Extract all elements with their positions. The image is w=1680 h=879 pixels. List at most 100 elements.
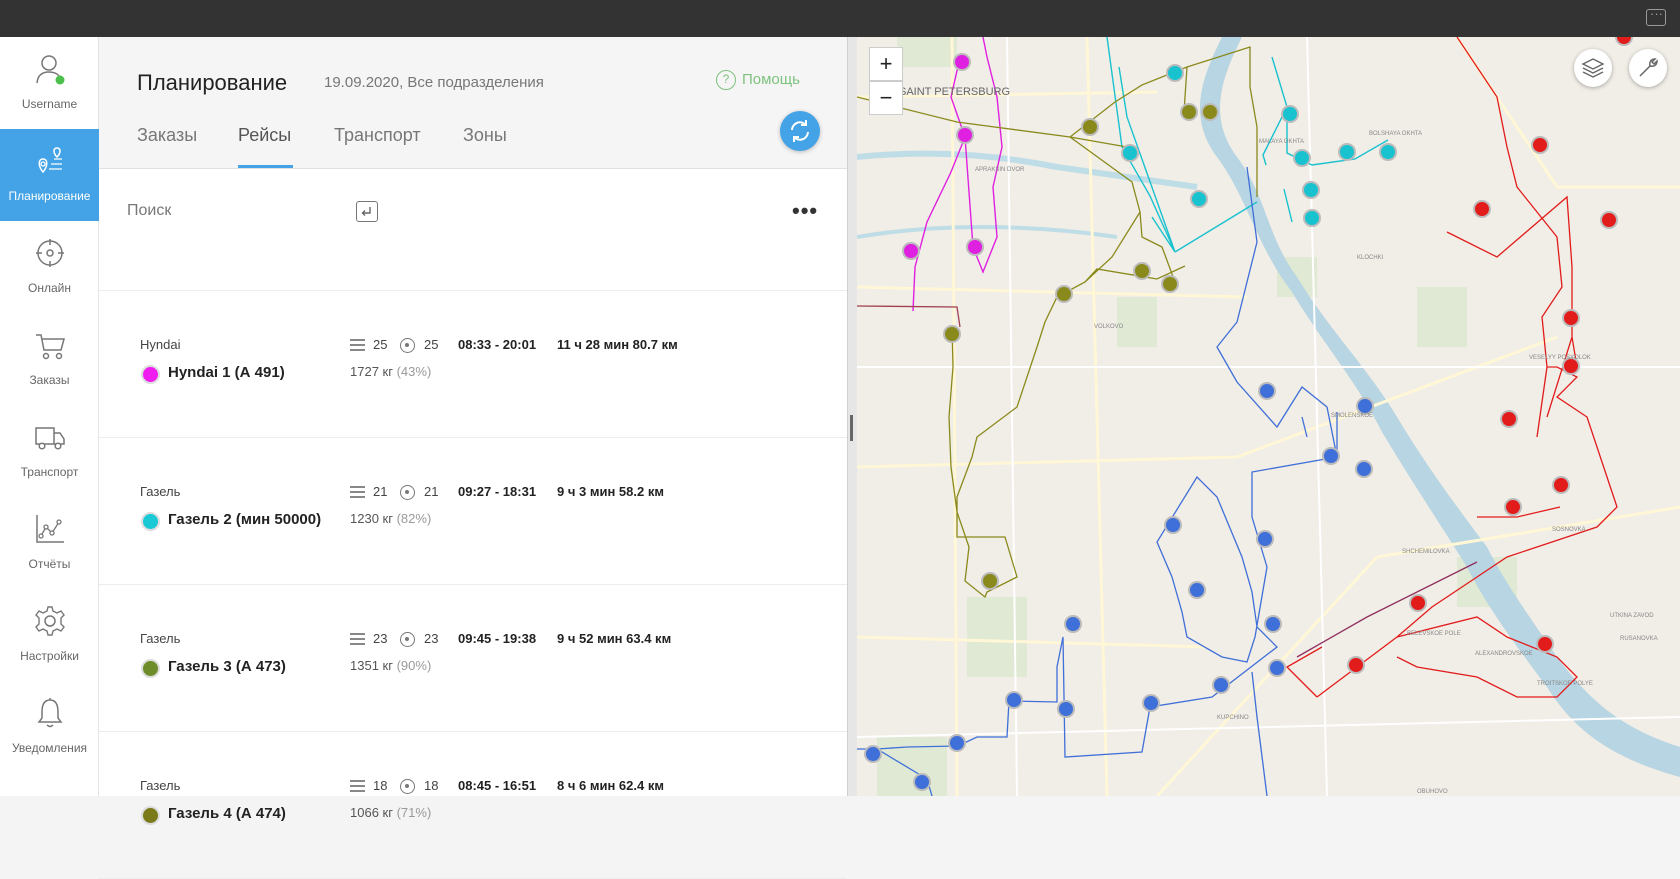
map-marker-cyan[interactable]	[1303, 209, 1321, 227]
orders-list-icon	[350, 780, 365, 792]
map-marker-blue[interactable]	[1322, 447, 1340, 465]
map-marker-olive[interactable]	[1055, 285, 1073, 303]
trip-name: Газель 4 (А 474)	[168, 805, 286, 822]
points-icon	[400, 632, 415, 647]
map-marker-red[interactable]	[1552, 476, 1570, 494]
help-label: Помощь	[742, 70, 800, 88]
sidebar-item-label: Username	[21, 97, 78, 111]
map-marker-blue[interactable]	[1188, 581, 1206, 599]
sidebar-item-label: Настройки	[20, 649, 79, 663]
enter-icon[interactable]	[356, 201, 378, 222]
map-marker-magenta[interactable]	[953, 53, 971, 71]
chat-icon[interactable]	[1646, 6, 1666, 26]
page-title: Планирование	[137, 70, 288, 95]
map-marker-blue[interactable]	[1268, 659, 1286, 677]
sidebar-item-planning[interactable]: Планирование	[0, 129, 99, 221]
map-marker-cyan[interactable]	[1121, 144, 1139, 162]
map-marker-blue[interactable]	[1212, 676, 1230, 694]
refresh-button[interactable]	[780, 111, 820, 151]
more-options-icon[interactable]: •••	[792, 198, 818, 224]
map-marker-olive[interactable]	[1201, 103, 1219, 121]
crosshair-icon	[36, 239, 64, 267]
search-input[interactable]: Поиск	[127, 202, 171, 220]
points-icon	[400, 779, 415, 794]
trip-load-percent: (90%)	[396, 658, 432, 673]
sidebar-item-orders[interactable]: Заказы	[0, 313, 99, 405]
map-marker-red[interactable]	[1409, 594, 1427, 612]
map-district-label: OBUHOVO	[1417, 789, 1448, 795]
map-marker-cyan[interactable]	[1166, 64, 1184, 82]
map-marker-olive[interactable]	[943, 325, 961, 343]
map-view[interactable]: SAINT PETERSBURG VOLKOVO KLOCHKI VESELYY…	[857, 37, 1680, 796]
sidebar-item-notifications[interactable]: Уведомления	[0, 681, 99, 773]
map-district-label: UTKINA ZAVOD	[1610, 613, 1654, 619]
map-marker-red[interactable]	[1473, 200, 1491, 218]
trip-row[interactable]: Газель Газель 2 (мин 50000) 21 21 09:27 …	[99, 438, 847, 585]
tools-button[interactable]	[1629, 49, 1667, 87]
trip-row[interactable]: Газель Газель 4 (А 474) 18 18 08:45 - 16…	[99, 732, 847, 879]
map-marker-olive[interactable]	[1161, 275, 1179, 293]
map-marker-blue[interactable]	[1356, 397, 1374, 415]
zoom-in-button[interactable]: +	[869, 47, 903, 81]
cart-icon	[36, 334, 65, 360]
map-marker-red[interactable]	[1562, 309, 1580, 327]
tab-transport[interactable]: Транспорт	[334, 125, 421, 146]
trip-color-dot	[141, 659, 160, 678]
map-marker-blue[interactable]	[1264, 615, 1282, 633]
map-marker-blue[interactable]	[1258, 382, 1276, 400]
resize-grip[interactable]	[850, 415, 853, 441]
map-marker-red[interactable]	[1600, 211, 1618, 229]
sidebar-item-online[interactable]: Онлайн	[0, 221, 99, 313]
sidebar-item-username[interactable]: Username	[0, 37, 99, 129]
map-marker-olive[interactable]	[1133, 262, 1151, 280]
vehicle-type: Газель	[140, 778, 181, 793]
map-marker-red[interactable]	[1500, 410, 1518, 428]
map-marker-blue[interactable]	[948, 734, 966, 752]
map-marker-blue[interactable]	[1256, 530, 1274, 548]
sidebar-item-settings[interactable]: Настройки	[0, 589, 99, 681]
points-icon	[400, 485, 415, 500]
map-marker-olive[interactable]	[981, 572, 999, 590]
map-marker-red[interactable]	[1615, 37, 1633, 46]
trip-row[interactable]: Hyndai Hyndai 1 (А 491) 25 25 08:33 - 20…	[99, 291, 847, 438]
map-marker-cyan[interactable]	[1281, 105, 1299, 123]
bell-icon	[37, 698, 63, 728]
map-marker-blue[interactable]	[1142, 694, 1160, 712]
trip-weight: 1351 кг	[350, 658, 393, 673]
map-marker-blue[interactable]	[1355, 460, 1373, 478]
map-marker-blue[interactable]	[864, 745, 882, 763]
map-city-label: SAINT PETERSBURG	[899, 86, 1010, 98]
map-marker-cyan[interactable]	[1190, 190, 1208, 208]
help-icon: ?	[716, 70, 736, 90]
map-marker-cyan[interactable]	[1293, 149, 1311, 167]
map-marker-blue[interactable]	[1005, 691, 1023, 709]
map-marker-magenta[interactable]	[956, 126, 974, 144]
map-marker-cyan[interactable]	[1338, 143, 1356, 161]
map-marker-red[interactable]	[1531, 136, 1549, 154]
map-district-label: KUPCHINO	[1217, 715, 1249, 721]
map-marker-blue[interactable]	[1057, 700, 1075, 718]
sidebar-item-transport[interactable]: Транспорт	[0, 405, 99, 497]
points-icon	[400, 338, 415, 353]
map-marker-cyan[interactable]	[1379, 143, 1397, 161]
help-link[interactable]: ? Помощь	[716, 70, 800, 90]
zoom-out-button[interactable]: −	[869, 81, 903, 115]
map-marker-blue[interactable]	[1164, 516, 1182, 534]
tab-orders[interactable]: Заказы	[137, 125, 197, 146]
map-marker-magenta[interactable]	[966, 238, 984, 256]
layers-button[interactable]	[1574, 49, 1612, 87]
map-marker-cyan[interactable]	[1302, 181, 1320, 199]
map-marker-red[interactable]	[1504, 498, 1522, 516]
trip-duration: 9 ч 52 мин 63.4 км	[557, 631, 672, 646]
trip-row[interactable]: Газель Газель 3 (А 473) 23 23 09:45 - 19…	[99, 585, 847, 732]
map-marker-olive[interactable]	[1081, 118, 1099, 136]
tab-zones[interactable]: Зоны	[463, 125, 507, 146]
map-marker-red[interactable]	[1536, 635, 1554, 653]
map-marker-blue[interactable]	[913, 773, 931, 791]
map-marker-blue[interactable]	[1064, 615, 1082, 633]
map-marker-magenta[interactable]	[902, 242, 920, 260]
map-marker-olive[interactable]	[1180, 103, 1198, 121]
map-marker-red[interactable]	[1347, 656, 1365, 674]
sidebar-item-reports[interactable]: Отчёты	[0, 497, 99, 589]
tab-trips[interactable]: Рейсы	[238, 125, 291, 146]
